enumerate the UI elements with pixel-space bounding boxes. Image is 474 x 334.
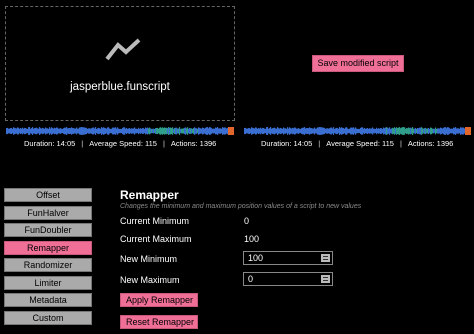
stat-separator: | bbox=[318, 139, 321, 148]
sidebar-item-randomizer[interactable]: Randomizer bbox=[4, 258, 92, 272]
sidebar-item-fundoubler[interactable]: FunDoubler bbox=[4, 223, 92, 237]
current-maximum-row: Current Maximum 100 bbox=[120, 234, 259, 244]
sidebar-item-funhalver[interactable]: FunHalver bbox=[4, 205, 92, 220]
stat-separator: | bbox=[162, 139, 165, 148]
duration-stat: Duration: 14:05 bbox=[261, 139, 313, 148]
sidebar-item-custom[interactable]: Custom bbox=[4, 310, 92, 325]
spinner-icon[interactable] bbox=[321, 254, 330, 262]
heatmap-end-marker bbox=[465, 127, 471, 135]
tool-description: Changes the minimum and maximum position… bbox=[120, 203, 362, 210]
sidebar-item-metadata[interactable]: Metadata bbox=[4, 293, 92, 307]
script-dropzone[interactable]: jasperblue.funscript bbox=[5, 6, 235, 121]
new-minimum-input[interactable]: 100 bbox=[243, 251, 333, 265]
sidebar-item-offset[interactable]: Offset bbox=[4, 188, 92, 202]
current-minimum-label: Current Minimum bbox=[120, 216, 190, 226]
apply-remapper-button[interactable]: Apply Remapper bbox=[120, 293, 198, 307]
current-maximum-label: Current Maximum bbox=[120, 234, 192, 244]
new-maximum-row: New Maximum 0 bbox=[120, 272, 333, 286]
stat-separator: | bbox=[81, 139, 84, 148]
heatmap-end-marker bbox=[228, 127, 234, 135]
new-maximum-value: 0 bbox=[248, 274, 254, 284]
modified-script-panel: Save modified script Duration: 14:05 | Ave… bbox=[237, 0, 474, 150]
script-filename: jasperblue.funscript bbox=[70, 81, 170, 93]
average-speed-stat: Average Speed: 115 bbox=[89, 139, 157, 148]
trend-line-icon bbox=[105, 38, 141, 61]
current-minimum-value: 0 bbox=[244, 216, 250, 226]
reset-remapper-button[interactable]: Reset Remapper bbox=[120, 315, 198, 329]
save-modified-script-button[interactable]: Save modified script bbox=[312, 55, 404, 72]
new-maximum-label: New Maximum bbox=[120, 275, 180, 285]
average-speed-stat: Average Speed: 115 bbox=[326, 139, 394, 148]
actions-stat: Actions: 1396 bbox=[407, 139, 454, 148]
new-minimum-value: 100 bbox=[248, 253, 264, 263]
sidebar-item-limiter[interactable]: Limiter bbox=[4, 275, 92, 290]
actions-stat: Actions: 1396 bbox=[170, 139, 217, 148]
tool-sidebar: Offset FunHalver FunDoubler Remapper Ran… bbox=[4, 188, 92, 328]
heatmap-left bbox=[6, 127, 234, 135]
sidebar-item-remapper[interactable]: Remapper bbox=[4, 240, 92, 255]
current-maximum-value: 100 bbox=[244, 234, 260, 244]
stats-left: Duration: 14:05 | Average Speed: 115 | Actio… bbox=[24, 139, 216, 148]
heatmap-right bbox=[244, 127, 471, 135]
current-minimum-row: Current Minimum 0 bbox=[120, 216, 249, 226]
new-minimum-label: New Minimum bbox=[120, 254, 178, 264]
original-script-panel: jasperblue.funscript Duration: 14:05 | Ave… bbox=[0, 0, 237, 150]
new-maximum-input[interactable]: 0 bbox=[243, 272, 333, 286]
spinner-icon[interactable] bbox=[321, 275, 330, 283]
tool-title: Remapper bbox=[120, 188, 179, 202]
new-minimum-row: New Minimum 100 bbox=[120, 251, 333, 265]
stats-right: Duration: 14:05 | Average Speed: 115 | Actio… bbox=[261, 139, 453, 148]
remapper-panel: Remapper Changes the minimum and maximum… bbox=[120, 188, 470, 329]
duration-stat: Duration: 14:05 bbox=[24, 139, 76, 148]
stat-separator: | bbox=[399, 139, 402, 148]
